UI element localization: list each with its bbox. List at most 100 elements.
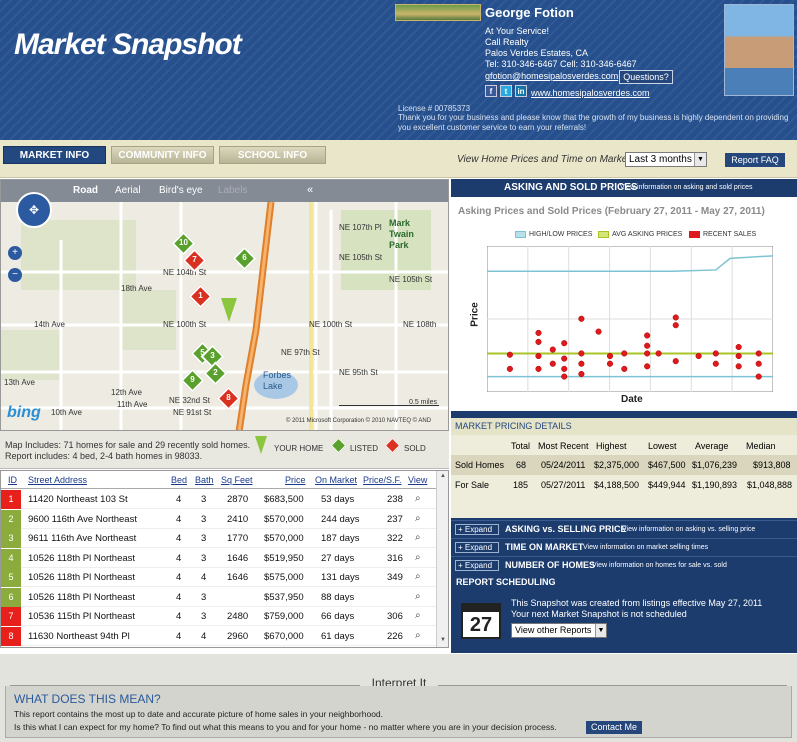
park-label: Mark Twain Park [389, 218, 414, 250]
row-price: $570,000 [264, 533, 304, 544]
table-scrollbar[interactable]: ▲ ▼ [436, 471, 448, 647]
thank-you-message: Thank you for your business and please k… [398, 113, 789, 132]
map-tab-aerial[interactable]: Aerial [115, 185, 141, 196]
magnify-icon[interactable]: ⌕ [415, 630, 421, 641]
map[interactable]: Road Aerial Bird's eye Labels « ✥ + − Ma… [0, 179, 449, 431]
magnify-icon[interactable]: ⌕ [415, 610, 421, 621]
magnify-icon[interactable]: ⌕ [415, 513, 421, 524]
magnify-icon[interactable]: ⌕ [415, 571, 421, 582]
sale-point [735, 352, 742, 360]
legend-listed: LISTED [350, 444, 379, 453]
tab-school-info[interactable]: SCHOOL INFO [219, 146, 326, 164]
table-row[interactable]: 4 10526 118th Pl Northeast 4 3 1646 $519,950 2… [1, 548, 436, 568]
magnify-icon[interactable]: ⌕ [415, 591, 421, 602]
report-faq-button[interactable]: Report FAQ [725, 153, 785, 167]
table-row[interactable]: 1 11420 Northeast 103 St 4 3 2870 $683,500 53 … [1, 490, 436, 510]
your-home-marker[interactable] [221, 298, 237, 322]
zoom-out-icon[interactable]: − [8, 268, 22, 282]
row-price: $759,000 [264, 611, 304, 622]
facebook-icon[interactable]: f [485, 85, 497, 97]
table-row[interactable]: 5 10526 118th Pl Northeast 4 4 1646 $575,000 1… [1, 568, 436, 588]
zoom-in-icon[interactable]: + [8, 246, 22, 260]
chevron-down-icon[interactable]: ▼ [694, 153, 706, 166]
col-price-sf[interactable]: Price/S.F. [363, 475, 402, 485]
sale-point [549, 360, 556, 367]
table-row[interactable]: 8 11630 Northeast 94th Pl 4 4 2960 $670,000 61… [1, 626, 436, 646]
col-address[interactable]: Street Address [28, 475, 87, 485]
map-copyright: © 2011 Microsoft Corporation © 2010 NAVT… [286, 418, 432, 424]
row-bed: 4 [176, 591, 182, 603]
sale-point [755, 360, 762, 367]
col-price[interactable]: Price [285, 475, 306, 485]
row-price-sf: 237 [387, 513, 403, 525]
section-time-on-market[interactable]: + Expand TIME ON MARKET View information… [451, 538, 797, 555]
pricing-col: Most Recent [538, 441, 589, 451]
sale-point [695, 352, 702, 360]
pricing-header: MARKET PRICING DETAILS [451, 418, 797, 435]
view-reports-select[interactable]: View other Reports ▼ [511, 623, 607, 638]
col-bath[interactable]: Bath [195, 475, 214, 485]
sale-point [561, 373, 568, 380]
col-view[interactable]: View [408, 475, 427, 485]
agent-website[interactable]: www.homesipalosverdes.com [531, 88, 650, 98]
section-asking-vs-selling[interactable]: + Expand ASKING vs. SELLING PRICE View i… [451, 520, 797, 537]
company-name: Call Realty [485, 37, 529, 47]
pricing-cell: 05/24/2011 [541, 460, 586, 470]
row-bed: 4 [176, 494, 182, 505]
col-bed[interactable]: Bed [171, 475, 187, 485]
magnify-icon[interactable]: ⌕ [415, 532, 421, 543]
schedule-line1: This Snapshot was created from listings … [511, 598, 763, 608]
tab-community-info[interactable]: COMMUNITY INFO [111, 146, 214, 164]
map-tab-labels[interactable]: Labels [218, 185, 247, 196]
table-row[interactable]: 3 9611 116th Ave Northeast 4 3 1770 $570,000 1… [1, 529, 436, 549]
schedule-line2: Your next Market Snapshot is not schedul… [511, 609, 687, 619]
map-tab-road[interactable]: Road [73, 185, 98, 196]
chevron-down-icon[interactable]: ▼ [595, 624, 606, 637]
lake-label: Forbes Lake [263, 370, 292, 391]
scroll-up-icon[interactable]: ▲ [440, 473, 446, 479]
scroll-down-icon[interactable]: ▼ [440, 637, 446, 643]
period-label: View Home Prices and Time on Market for [457, 154, 645, 165]
agent-name: George Fotion [485, 5, 574, 20]
table-row[interactable]: 6 10526 118th Pl Northeast 4 3 $537,950 88 da… [1, 587, 436, 607]
street-label: NE 104th St [163, 268, 207, 277]
marker-label: 10 [179, 238, 188, 247]
map-info-bar [0, 431, 449, 469]
expand-button[interactable]: + Expand [455, 560, 499, 571]
street-label: 14th Ave [34, 320, 65, 329]
row-address: 10526 118th Pl Northeast [28, 591, 136, 603]
row-price: $683,500 [264, 494, 304, 505]
row-id: 4 [1, 548, 21, 568]
scheduling-title: REPORT SCHEDULING [456, 577, 556, 587]
row-bath: 4 [201, 630, 207, 642]
twitter-icon[interactable]: t [500, 85, 512, 97]
section-number-of-homes[interactable]: + Expand NUMBER OF HOMES View informatio… [451, 556, 797, 573]
period-select[interactable]: Last 3 months ▼ [625, 152, 707, 167]
magnify-icon[interactable]: ⌕ [415, 493, 421, 504]
pricing-col: Median [746, 441, 776, 451]
table-header: ID Street Address Bed Bath Sq Feet Price… [1, 471, 436, 489]
row-sqft: 2410 [227, 513, 249, 525]
street-label: 18th Ave [121, 284, 152, 293]
questions-button[interactable]: Questions? [619, 70, 673, 84]
linkedin-icon[interactable]: in [515, 85, 527, 97]
col-id[interactable]: ID [8, 475, 17, 485]
expand-button[interactable]: + Expand [455, 524, 499, 535]
tab-market-info[interactable]: MARKET INFO [3, 146, 106, 164]
magnify-icon[interactable]: ⌕ [415, 552, 421, 563]
pan-control[interactable]: ✥ [16, 192, 52, 228]
expand-button[interactable]: + Expand [455, 542, 499, 553]
col-on-market[interactable]: On Market [315, 475, 357, 485]
map-collapse-button[interactable]: « [307, 184, 313, 196]
map-tab-birds-eye[interactable]: Bird's eye [159, 185, 203, 196]
contact-me-button[interactable]: Contact Me [586, 721, 642, 734]
tagline: At Your Service! [485, 26, 550, 36]
col-sqft[interactable]: Sq Feet [221, 475, 253, 485]
sale-point [755, 350, 762, 357]
table-row[interactable]: 2 9600 116th Ave Northeast 4 3 2410 $570,000 2… [1, 509, 436, 529]
row-price-sf: 316 [387, 552, 403, 564]
row-id: 1 [1, 490, 21, 509]
table-row[interactable]: 7 10536 115th Pl Northeast 4 3 2480 $759,000 6… [1, 607, 436, 627]
agent-email[interactable]: gfotion@homesipalosverdes.com [485, 71, 618, 81]
legend-avg: AVG ASKING PRICES [612, 231, 683, 238]
